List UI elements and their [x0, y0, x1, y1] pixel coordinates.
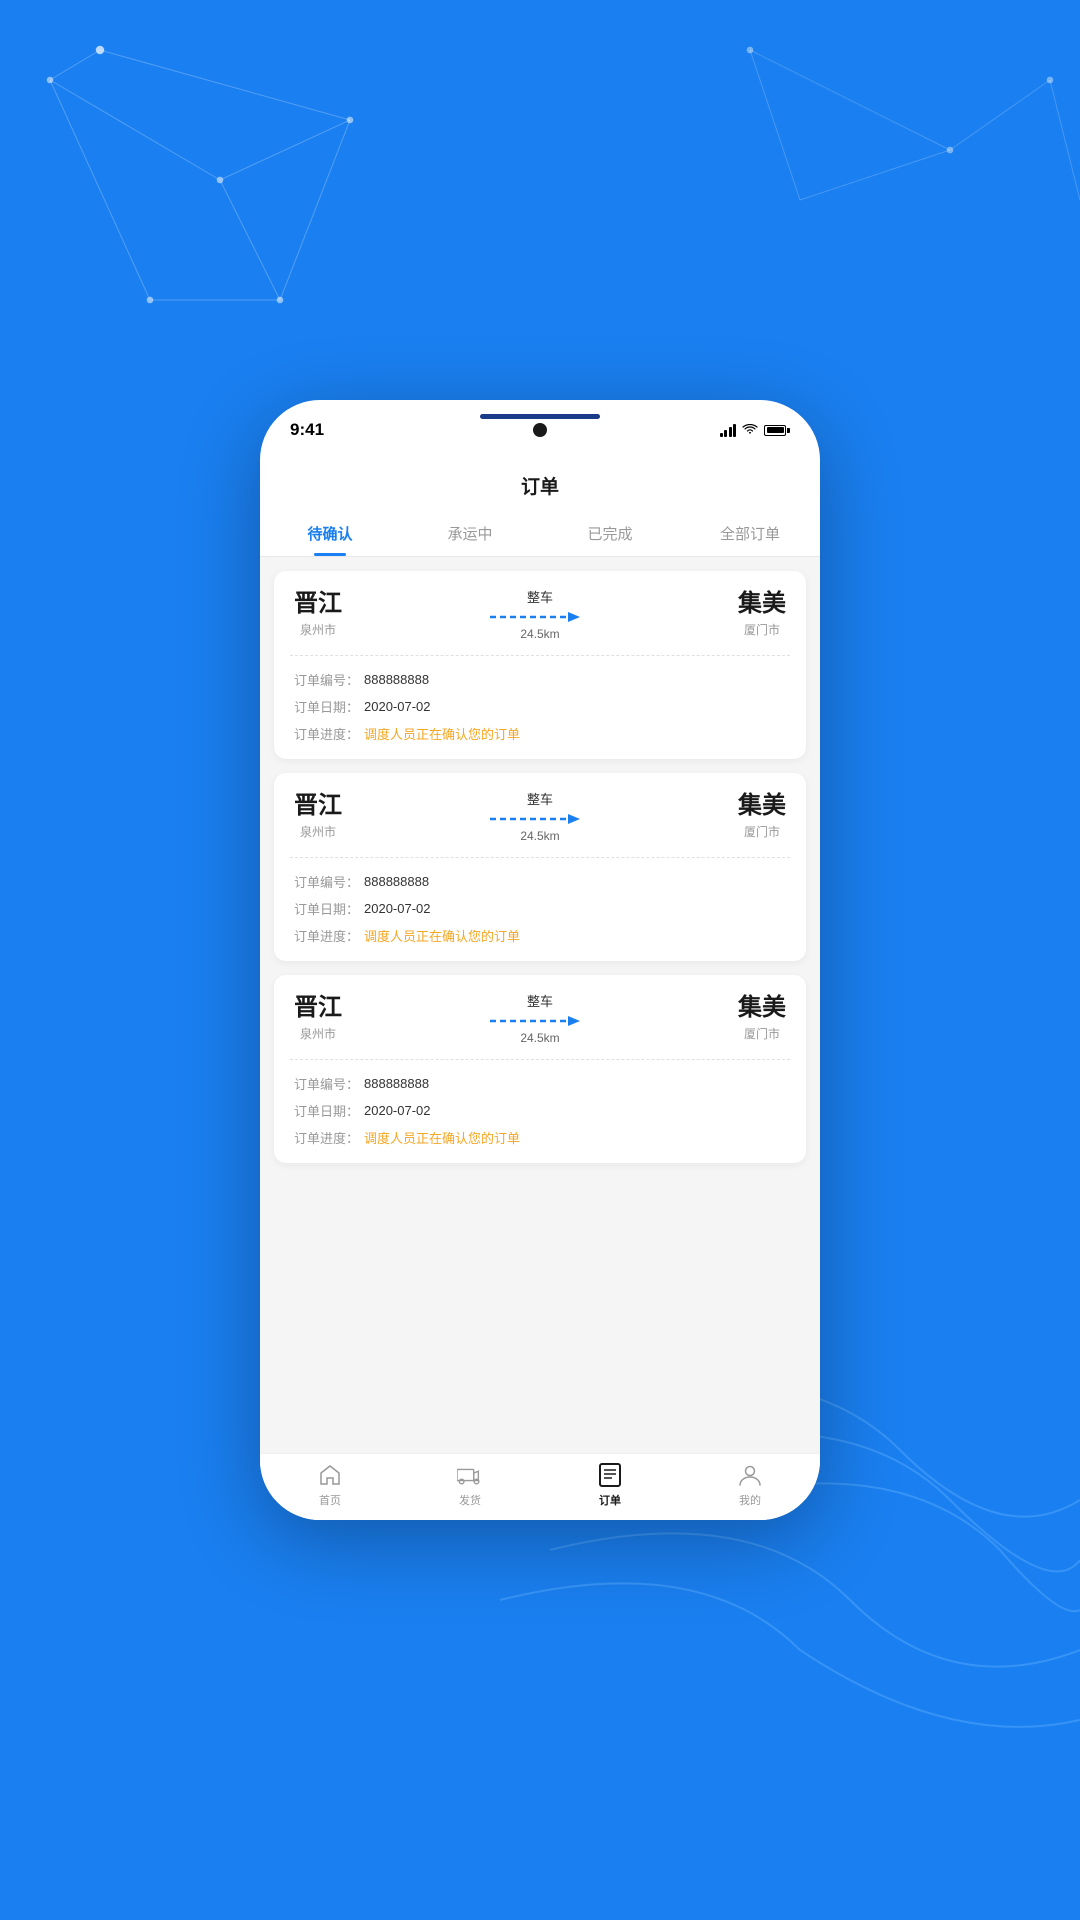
to-city: 集美 厦门市 — [738, 792, 786, 841]
status-icons — [720, 424, 791, 437]
info-row-progress: 订单进度： 调度人员正在确认您的订单 — [294, 926, 786, 945]
info-row-progress: 订单进度： 调度人员正在确认您的订单 — [294, 724, 786, 743]
info-row-no: 订单编号： 888888888 — [294, 872, 786, 891]
nav-label-order: 订单 — [599, 1492, 621, 1508]
route-section: 晋江 泉州市 整车 24.5km 集 — [274, 773, 806, 857]
wifi-icon — [742, 424, 758, 436]
tab-all[interactable]: 全部订单 — [680, 513, 820, 556]
phone-camera — [533, 423, 547, 437]
status-bar: 9:41 — [260, 400, 820, 460]
from-city: 晋江 泉州市 — [294, 590, 342, 639]
route-section: 晋江 泉州市 整车 24.5km 集 — [274, 975, 806, 1059]
tab-pending[interactable]: 待确认 — [260, 513, 400, 556]
info-row-date: 订单日期： 2020-07-02 — [294, 697, 786, 716]
nav-item-ship[interactable]: 发货 — [400, 1462, 540, 1508]
route-arrow — [490, 812, 590, 826]
nav-item-home[interactable]: 首页 — [260, 1462, 400, 1508]
order-info: 订单编号： 888888888 订单日期： 2020-07-02 订单进度： 调… — [274, 656, 806, 759]
user-icon — [737, 1462, 763, 1488]
tab-done[interactable]: 已完成 — [540, 513, 680, 556]
nav-label-mine: 我的 — [739, 1492, 761, 1508]
route-middle: 整车 24.5km — [342, 587, 738, 641]
from-city: 晋江 泉州市 — [294, 792, 342, 841]
to-city: 集美 厦门市 — [738, 994, 786, 1043]
route-arrow — [490, 1014, 590, 1028]
bottom-nav: 首页 发货 — [260, 1453, 820, 1520]
order-card[interactable]: 晋江 泉州市 整车 24.5km 集 — [274, 571, 806, 759]
battery-icon — [764, 425, 790, 436]
signal-icon — [720, 424, 737, 437]
nav-item-mine[interactable]: 我的 — [680, 1462, 820, 1508]
app-content: 订单 待确认 承运中 已完成 全部订单 — [260, 460, 820, 1520]
from-city: 晋江 泉州市 — [294, 994, 342, 1043]
home-icon — [317, 1462, 343, 1488]
nav-label-ship: 发货 — [459, 1492, 481, 1508]
nav-item-order[interactable]: 订单 — [540, 1462, 680, 1508]
app-header: 订单 待确认 承运中 已完成 全部订单 — [260, 460, 820, 557]
truck-icon — [457, 1462, 483, 1488]
tab-transit[interactable]: 承运中 — [400, 513, 540, 556]
info-row-date: 订单日期： 2020-07-02 — [294, 899, 786, 918]
info-row-date: 订单日期： 2020-07-02 — [294, 1101, 786, 1120]
route-arrow — [490, 610, 590, 624]
order-card[interactable]: 晋江 泉州市 整车 24.5km 集 — [274, 975, 806, 1163]
order-icon — [597, 1462, 623, 1488]
route-middle: 整车 24.5km — [342, 789, 738, 843]
tab-bar: 待确认 承运中 已完成 全部订单 — [260, 513, 820, 557]
phone-frame: 9:41 — [260, 400, 820, 1520]
nav-label-home: 首页 — [319, 1492, 341, 1508]
info-row-no: 订单编号： 888888888 — [294, 1074, 786, 1093]
route-middle: 整车 24.5km — [342, 991, 738, 1045]
info-row-no: 订单编号： 888888888 — [294, 670, 786, 689]
order-info: 订单编号： 888888888 订单日期： 2020-07-02 订单进度： 调… — [274, 858, 806, 961]
order-info: 订单编号： 888888888 订单日期： 2020-07-02 订单进度： 调… — [274, 1060, 806, 1163]
route-section: 晋江 泉州市 整车 24.5km 集 — [274, 571, 806, 655]
order-card[interactable]: 晋江 泉州市 整车 24.5km 集 — [274, 773, 806, 961]
info-row-progress: 订单进度： 调度人员正在确认您的订单 — [294, 1128, 786, 1147]
status-time: 9:41 — [290, 420, 324, 440]
page-title: 订单 — [260, 472, 820, 499]
to-city: 集美 厦门市 — [738, 590, 786, 639]
order-list: 晋江 泉州市 整车 24.5km 集 — [260, 557, 820, 1453]
